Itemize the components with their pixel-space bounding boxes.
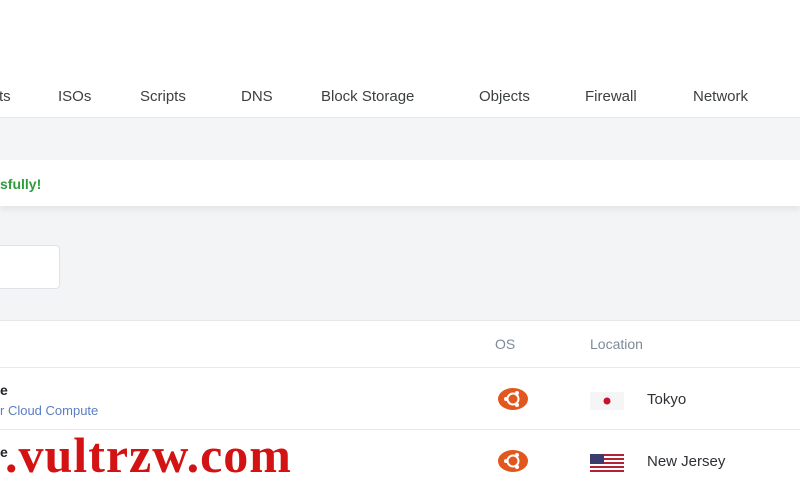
- success-alert: sfully!: [0, 160, 800, 206]
- nav-item-isos[interactable]: ISOs: [58, 88, 91, 105]
- watermark: .vultrzw.com: [5, 427, 292, 483]
- success-alert-text: sfully!: [0, 176, 42, 192]
- nav-item-snapshots[interactable]: ts: [0, 88, 11, 105]
- nav-item-firewall[interactable]: Firewall: [585, 88, 637, 105]
- instance-type: r Cloud Compute: [0, 403, 99, 418]
- table-row[interactable]: e r Cloud Compute Tokyo: [0, 367, 800, 429]
- instance-name[interactable]: e: [0, 382, 8, 398]
- us-flag-icon: [590, 454, 624, 472]
- top-navigation: ts ISOs Scripts DNS Block Storage Object…: [0, 0, 800, 118]
- nav-item-network[interactable]: Network: [693, 88, 748, 105]
- column-header-location[interactable]: Location: [590, 336, 643, 352]
- search-input[interactable]: [0, 245, 60, 289]
- nav-item-block-storage[interactable]: Block Storage: [321, 88, 414, 105]
- location-label: New Jersey: [647, 453, 726, 470]
- location-label: Tokyo: [647, 391, 687, 408]
- nav-item-scripts[interactable]: Scripts: [140, 88, 186, 105]
- ubuntu-icon: [498, 388, 528, 410]
- ubuntu-icon: [498, 450, 528, 472]
- column-header-os[interactable]: OS: [495, 336, 515, 352]
- nav-item-dns[interactable]: DNS: [241, 88, 273, 105]
- japan-flag-icon: [590, 392, 624, 410]
- nav-item-objects[interactable]: Objects: [479, 88, 530, 105]
- page-header-band: [0, 118, 800, 160]
